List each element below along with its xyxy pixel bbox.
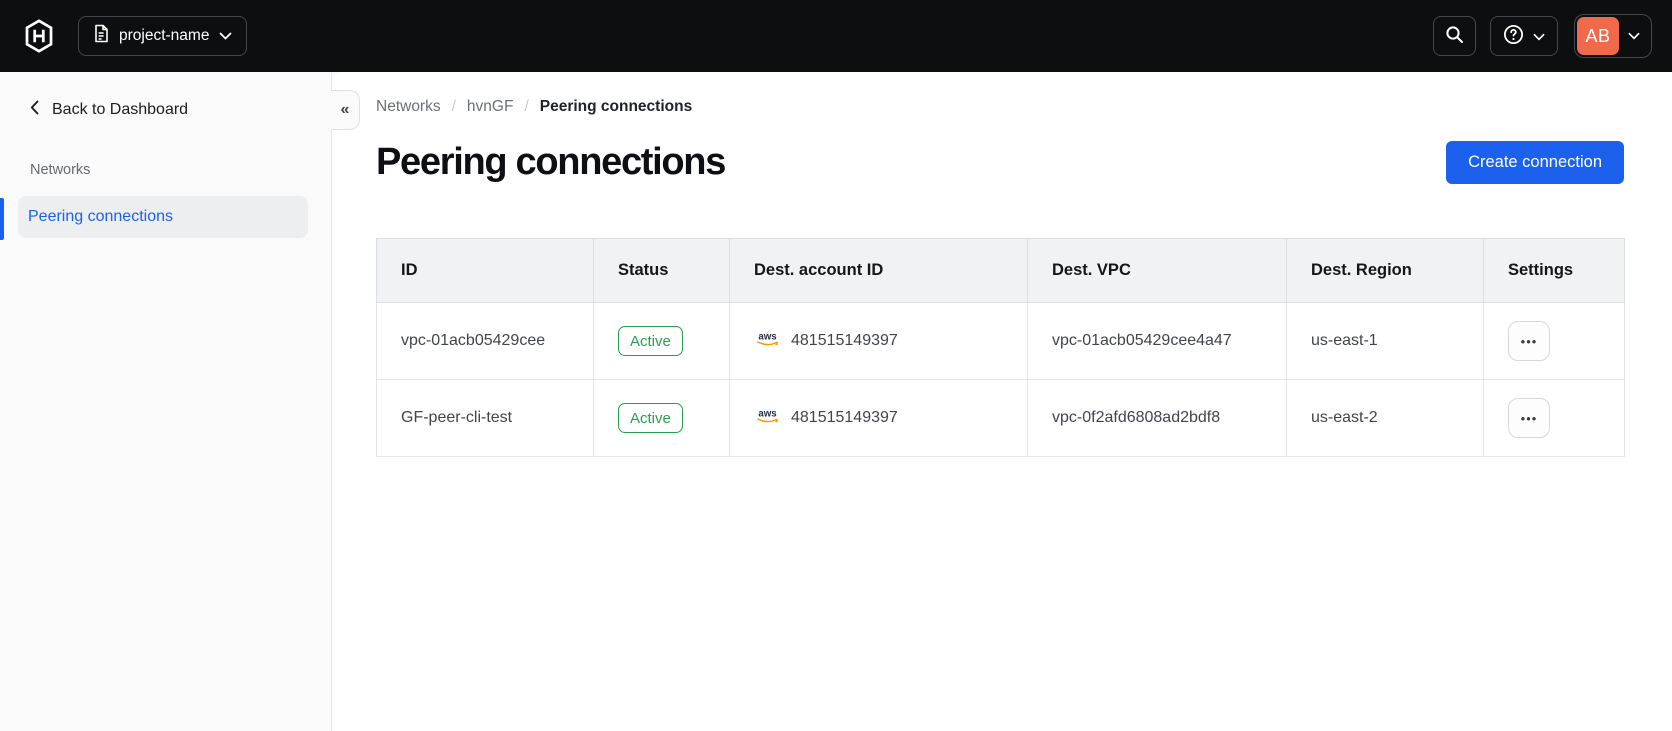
create-connection-button[interactable]: Create connection bbox=[1446, 140, 1624, 184]
table-row: vpc-01acb05429cee Active aws 48151514939… bbox=[376, 302, 1625, 380]
breadcrumb-networks[interactable]: Networks bbox=[376, 98, 441, 116]
main-content: « Networks / hvnGF / Peering connections… bbox=[331, 72, 1672, 731]
aws-logo-icon: aws bbox=[754, 407, 781, 430]
sidebar: Back to Dashboard Networks Peering conne… bbox=[0, 72, 332, 731]
breadcrumb-separator: / bbox=[524, 98, 529, 115]
cell-settings: ••• bbox=[1483, 379, 1625, 457]
breadcrumb-current: Peering connections bbox=[539, 98, 693, 115]
cell-dest-account-id: aws 481515149397 bbox=[729, 302, 1028, 380]
cell-dest-vpc: vpc-01acb05429cee4a47 bbox=[1027, 302, 1287, 380]
sidebar-collapse-button[interactable]: « bbox=[331, 90, 360, 130]
cell-status: Active bbox=[593, 379, 730, 457]
cell-settings: ••• bbox=[1483, 302, 1625, 380]
help-icon bbox=[1503, 24, 1524, 48]
status-badge: Active bbox=[618, 403, 683, 433]
back-to-dashboard-label: Back to Dashboard bbox=[52, 101, 189, 118]
column-header-dest-region: Dest. Region bbox=[1286, 238, 1484, 303]
row-settings-menu-button[interactable]: ••• bbox=[1508, 398, 1550, 438]
breadcrumb: Networks / hvnGF / Peering connections bbox=[376, 98, 1624, 116]
column-header-dest-vpc: Dest. VPC bbox=[1027, 238, 1287, 303]
search-icon bbox=[1445, 25, 1464, 47]
breadcrumb-hvn[interactable]: hvnGF bbox=[467, 98, 514, 116]
body-row: Back to Dashboard Networks Peering conne… bbox=[0, 72, 1672, 731]
svg-text:aws: aws bbox=[758, 331, 776, 342]
cell-dest-vpc: vpc-0f2afd6808ad2bdf8 bbox=[1027, 379, 1287, 457]
cell-id: GF-peer-cli-test bbox=[376, 379, 594, 457]
column-header-status: Status bbox=[593, 238, 730, 303]
chevron-down-icon bbox=[219, 27, 232, 45]
breadcrumb-separator: / bbox=[451, 98, 456, 115]
title-row: Peering connections Create connection bbox=[376, 136, 1624, 188]
document-icon bbox=[93, 24, 109, 48]
collapse-sidebar-icon: « bbox=[340, 101, 350, 118]
row-settings-menu-button[interactable]: ••• bbox=[1508, 321, 1550, 361]
cell-id: vpc-01acb05429cee bbox=[376, 302, 594, 380]
account-id-text: 481515149397 bbox=[791, 409, 898, 426]
ellipsis-icon: ••• bbox=[1520, 333, 1538, 349]
sidebar-section-networks: Networks bbox=[30, 162, 91, 178]
back-to-dashboard-link[interactable]: Back to Dashboard bbox=[30, 96, 331, 124]
hashicorp-logo-icon bbox=[24, 18, 56, 54]
search-button[interactable] bbox=[1433, 16, 1476, 56]
top-bar: project-name AB bbox=[0, 0, 1672, 72]
cell-dest-region: us-east-2 bbox=[1286, 379, 1484, 457]
project-selector-label: project-name bbox=[119, 27, 210, 44]
aws-logo-icon: aws bbox=[754, 330, 781, 353]
project-selector[interactable]: project-name bbox=[78, 16, 248, 56]
cell-dest-region: us-east-1 bbox=[1286, 302, 1484, 380]
cell-status: Active bbox=[593, 302, 730, 380]
table-header-row: ID Status Dest. account ID Dest. VPC Des… bbox=[376, 238, 1625, 303]
chevron-left-icon bbox=[30, 100, 39, 120]
column-header-id: ID bbox=[376, 238, 594, 303]
cell-dest-account-id: aws 481515149397 bbox=[729, 379, 1028, 457]
peering-connections-table: ID Status Dest. account ID Dest. VPC Des… bbox=[376, 238, 1625, 457]
help-menu-button[interactable] bbox=[1490, 16, 1558, 56]
ellipsis-icon: ••• bbox=[1520, 410, 1538, 426]
column-header-settings: Settings bbox=[1483, 238, 1625, 303]
active-item-accent-bar bbox=[0, 198, 4, 240]
chevron-down-icon bbox=[1533, 29, 1545, 44]
user-menu-button[interactable]: AB bbox=[1574, 14, 1652, 58]
account-id-text: 481515149397 bbox=[791, 332, 898, 349]
sidebar-item-peering-connections[interactable]: Peering connections bbox=[18, 196, 308, 238]
avatar: AB bbox=[1577, 17, 1619, 55]
page-title: Peering connections bbox=[376, 140, 726, 183]
app-window: project-name AB Back to Dashboard Networ… bbox=[0, 0, 1672, 731]
column-header-dest-account-id: Dest. account ID bbox=[729, 238, 1028, 303]
table-row: GF-peer-cli-test Active aws 481515149397… bbox=[376, 379, 1625, 457]
sidebar-item-label: Peering connections bbox=[28, 208, 173, 225]
chevron-down-icon bbox=[1619, 32, 1649, 40]
svg-text:aws: aws bbox=[758, 408, 776, 419]
status-badge: Active bbox=[618, 326, 683, 356]
